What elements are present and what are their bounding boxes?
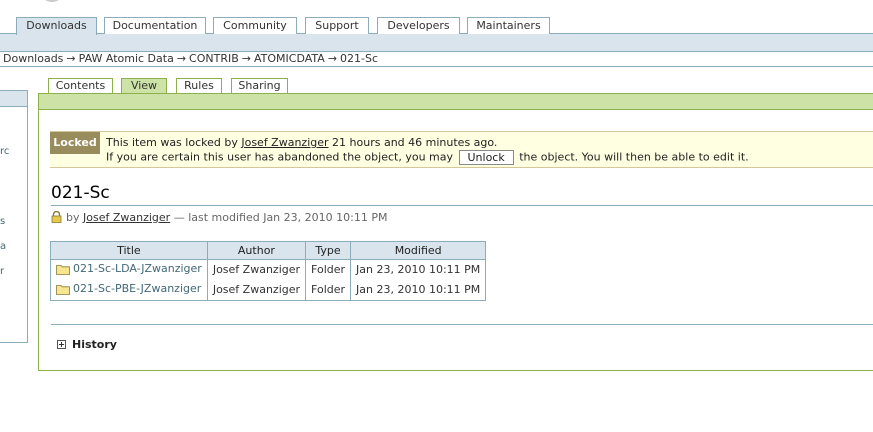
tab-contents[interactable]: Contents [48,78,113,93]
history-label: History [72,338,117,351]
expand-plus-icon[interactable] [57,340,66,349]
breadcrumb-separator: → [176,52,187,65]
left-link-fragment[interactable]: s [0,216,5,227]
folder-contents-table: Title Author Type Modified 021-Sc-LDA-JZ… [50,241,487,301]
tab-support[interactable]: Support [305,17,369,34]
table-row: 021-Sc-LDA-JZwanziger Josef Zwanziger Fo… [50,259,487,280]
history-toggle[interactable]: History [57,338,117,351]
lock-owner-link[interactable]: Josef Zwanziger [241,136,328,149]
portal-tabs-bar [0,33,873,52]
unlock-instruction-suffix: the object. You will then be able to edi… [519,150,749,164]
column-header-title[interactable]: Title [50,241,208,260]
breadcrumb-item-atomicdata[interactable]: ATOMICDATA [254,52,325,65]
left-portlet-header [0,91,27,107]
breadcrumb: Downloads → PAW Atomic Data → CONTRIB → ATOMIC… [0,52,873,67]
lock-notice: Locked This item was locked by Josef Zwa… [50,131,873,168]
breadcrumb-item-current: 021-Sc [340,52,379,65]
folder-icon [56,263,70,278]
breadcrumb-separator: → [66,52,76,65]
breadcrumb-separator: → [327,52,338,65]
tab-community[interactable]: Community [213,17,297,34]
row-title-cell[interactable]: 021-Sc-PBE-JZwanziger [50,279,208,301]
history-divider [51,324,873,325]
row-author-cell[interactable]: Josef Zwanziger [206,259,307,280]
content-area: Locked This item was locked by Josef Zwa… [38,93,873,371]
row-modified-cell: Jan 23, 2010 10:11 PM [350,259,487,280]
left-link-fragment[interactable]: r [0,266,4,277]
portal-tabs: Downloads Documentation Community Suppor… [0,0,873,52]
table-row: 021-Sc-PBE-JZwanziger Josef Zwanziger Fo… [50,279,487,301]
row-modified-cell: Jan 23, 2010 10:11 PM [350,279,487,301]
tab-downloads[interactable]: Downloads [16,17,97,35]
unlock-button[interactable]: Unlock [458,150,514,165]
table-header-row: Title Author Type Modified [50,241,487,260]
lock-status-badge: Locked [50,132,100,154]
byline-prefix: by [66,211,80,224]
last-modified-text: — last modified Jan 23, 2010 10:11 PM [173,211,388,224]
breadcrumb-item-contrib[interactable]: CONTRIB [189,52,239,65]
tab-view[interactable]: View [121,78,167,94]
lock-icon [51,210,62,226]
unlock-instruction-prefix: If you are certain this user has abandon… [106,150,453,164]
lock-message-duration: 21 hours and 46 minutes ago. [332,136,498,149]
title-divider [51,205,873,206]
breadcrumb-separator: → [241,52,251,65]
lock-message-prefix: This item was locked by [106,136,238,149]
lock-message-line: This item was locked by Josef Zwanziger … [106,136,497,149]
tab-developers[interactable]: Developers [377,17,460,34]
column-header-type[interactable]: Type [305,241,352,260]
tab-rules[interactable]: Rules [176,78,222,93]
tab-sharing[interactable]: Sharing [231,78,288,93]
content-actions-bar [39,94,873,110]
tab-documentation[interactable]: Documentation [104,17,206,34]
row-type-cell: Folder [305,259,352,280]
breadcrumb-item-paw-atomic-data[interactable]: PAW Atomic Data [79,52,174,65]
row-title-link[interactable]: 021-Sc-PBE-JZwanziger [73,282,201,295]
folder-icon [56,283,70,298]
tab-maintainers[interactable]: Maintainers [467,17,550,34]
page-title: 021-Sc [51,183,110,203]
row-title-cell[interactable]: 021-Sc-LDA-JZwanziger [50,259,208,280]
column-header-author[interactable]: Author [206,241,307,260]
document-byline: by Josef Zwanziger — last modified Jan 2… [51,210,388,226]
row-title-link[interactable]: 021-Sc-LDA-JZwanziger [73,262,202,275]
unlock-instruction-line: If you are certain this user has abandon… [106,150,749,165]
row-author-cell[interactable]: Josef Zwanziger [206,279,307,301]
left-link-fragment[interactable]: a [0,241,6,252]
breadcrumb-item-downloads[interactable]: Downloads [3,52,63,65]
column-header-modified[interactable]: Modified [350,241,487,260]
author-link[interactable]: Josef Zwanziger [83,211,170,224]
row-type-cell: Folder [305,279,352,301]
left-link-fragment[interactable]: rc [0,146,9,157]
